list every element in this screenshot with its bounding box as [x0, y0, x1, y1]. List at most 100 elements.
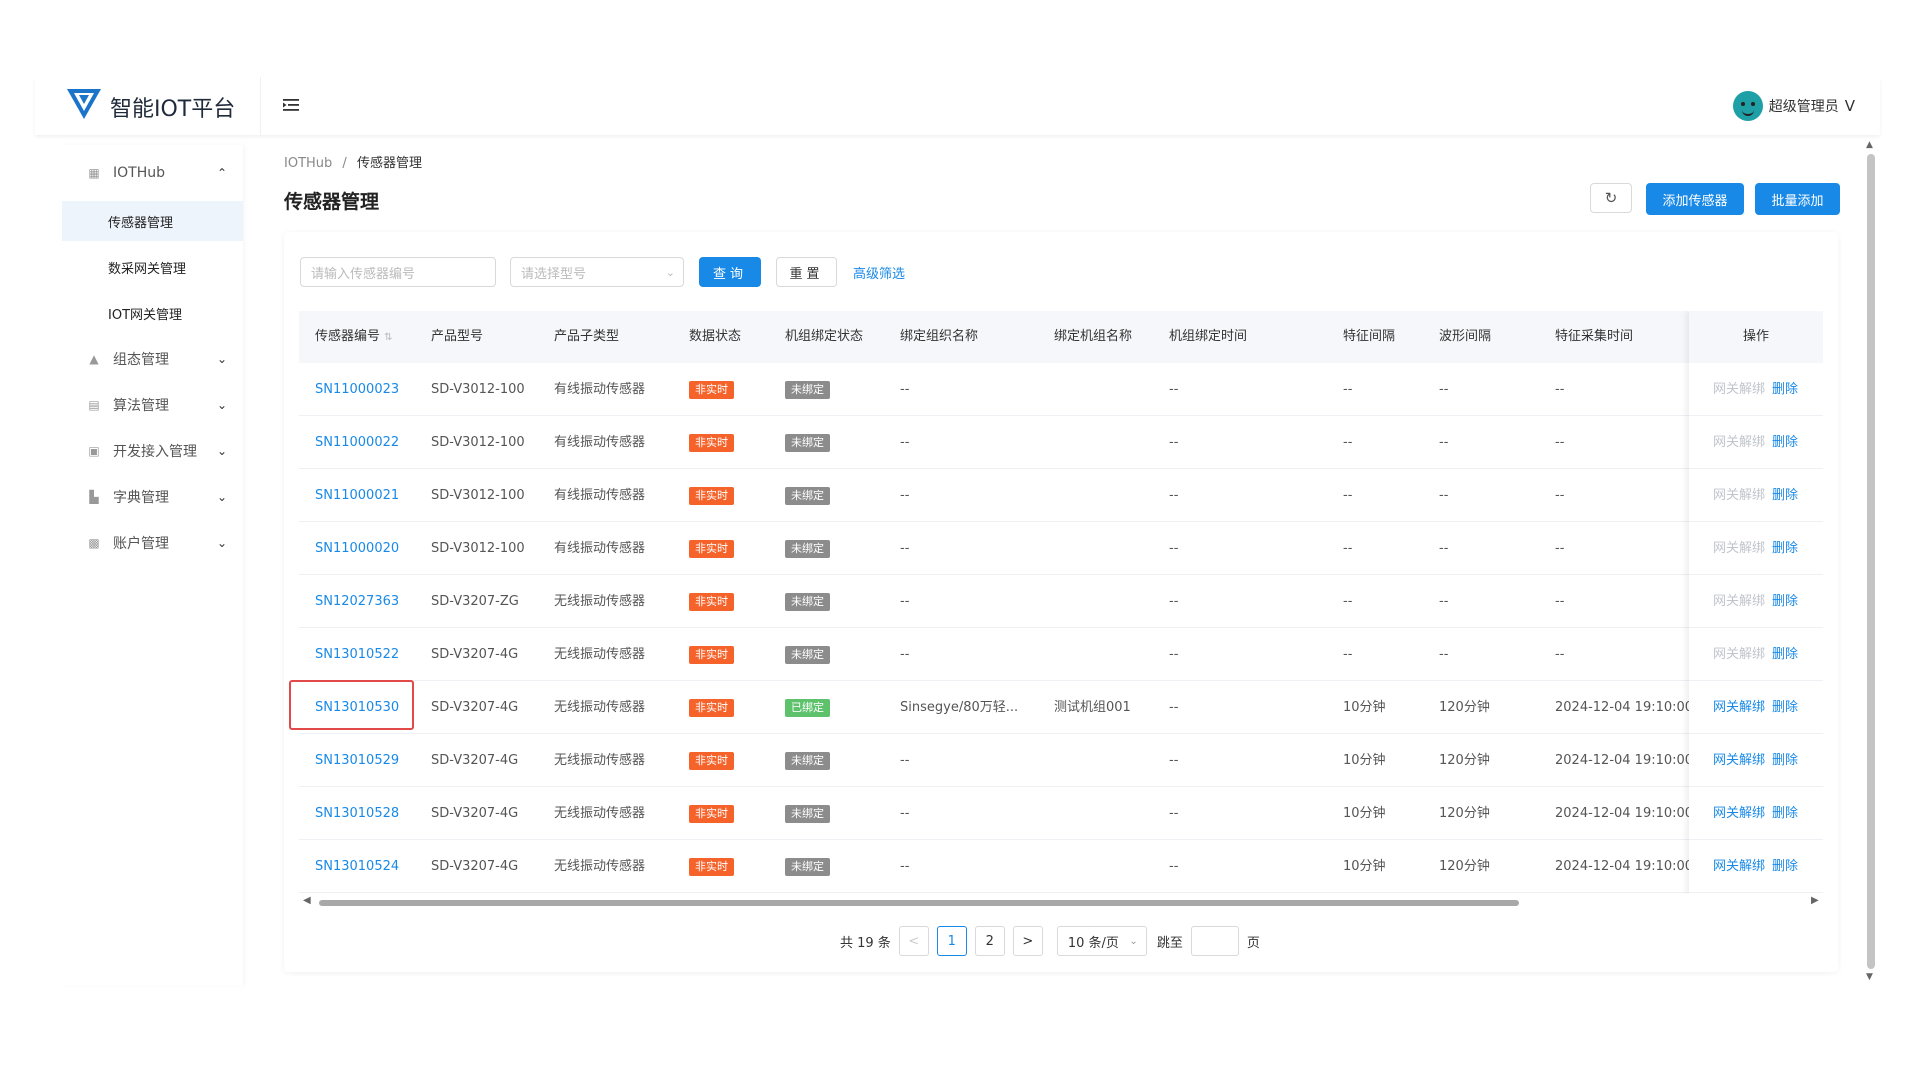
delete-link[interactable]: 删除 [1772, 859, 1798, 874]
cell-subtype: 无线振动传感器 [554, 647, 646, 662]
cell-sn[interactable]: SN11000020 [315, 522, 399, 575]
model-select[interactable]: 请选择型号 ⌄ [510, 257, 684, 287]
cell-model: SD-V3012-100 [431, 541, 525, 556]
delete-link[interactable]: 删除 [1772, 488, 1798, 503]
add-sensor-button[interactable]: 添加传感器 [1646, 183, 1744, 215]
cell-subtype: 无线振动传感器 [554, 806, 646, 821]
gateway-unbind-link[interactable]: 网关解绑 [1713, 647, 1765, 662]
th-data-status: 数据状态 [689, 329, 742, 344]
cell-sn[interactable]: SN11000022 [315, 416, 399, 469]
cell-data-status: 非实时 [689, 681, 734, 734]
sidebar-group-dict[interactable]: ▙ 字典管理 ⌄ [62, 477, 243, 517]
sidebar-group-iothub[interactable]: ▦ IOTHub ⌃ [62, 153, 243, 193]
delete-link[interactable]: 删除 [1772, 594, 1798, 609]
scroll-up-icon[interactable]: ▲ [1866, 140, 1873, 150]
cell-data-status: 非实时 [689, 416, 734, 469]
cell-feature-time: -- [1555, 647, 1565, 662]
cell-bind-status: 未绑定 [785, 575, 830, 628]
gateway-unbind-link[interactable]: 网关解绑 [1713, 594, 1765, 609]
next-page-button[interactable]: > [1012, 926, 1043, 956]
query-button[interactable]: 查询 [699, 257, 761, 287]
cell-bind-status: 未绑定 [785, 840, 830, 893]
scroll-down-icon[interactable]: ▼ [1866, 972, 1873, 982]
cell-wave-interval: -- [1439, 541, 1449, 556]
user-menu[interactable]: 超级管理员 V [1732, 91, 1855, 121]
gateway-unbind-link[interactable]: 网关解绑 [1713, 488, 1765, 503]
bind-badge: 未绑定 [785, 486, 830, 505]
gateway-unbind-link[interactable]: 网关解绑 [1713, 435, 1765, 450]
scroll-left-icon[interactable]: ◀ [303, 895, 311, 906]
save-icon: ▙ [89, 490, 99, 504]
bind-badge: 未绑定 [785, 433, 830, 452]
status-badge: 非实时 [689, 751, 734, 770]
sidebar-group-account[interactable]: ▩ 账户管理 ⌄ [62, 523, 243, 563]
sidebar-group-dev[interactable]: ▣ 开发接入管理 ⌄ [62, 431, 243, 471]
delete-link[interactable]: 删除 [1772, 647, 1798, 662]
sidebar-group-algorithm[interactable]: ▤ 算法管理 ⌄ [62, 385, 243, 425]
delete-link[interactable]: 删除 [1772, 700, 1798, 715]
sidebar-item-iot-gateway[interactable]: IOT网关管理 [62, 293, 243, 333]
bind-badge: 已绑定 [785, 698, 830, 717]
delete-link[interactable]: 删除 [1772, 541, 1798, 556]
scrollbar-thumb[interactable] [1867, 154, 1875, 969]
vertical-scrollbar[interactable]: ▲ ▼ [1866, 140, 1875, 985]
cell-bind-time: -- [1169, 435, 1179, 450]
cell-sn[interactable]: SN13010529 [315, 734, 399, 787]
cell-org: -- [900, 488, 910, 503]
cell-org: -- [900, 647, 910, 662]
cell-sn[interactable]: SN13010528 [315, 787, 399, 840]
refresh-button[interactable]: ↻ [1590, 183, 1632, 213]
gateway-unbind-link[interactable]: 网关解绑 [1713, 806, 1765, 821]
page-1-button[interactable]: 1 [936, 926, 967, 956]
gateway-unbind-link[interactable]: 网关解绑 [1713, 753, 1765, 768]
cell-feature-interval: -- [1343, 382, 1353, 397]
cell-sn[interactable]: SN13010522 [315, 628, 399, 681]
horizontal-scrollbar[interactable]: ◀ ▶ [299, 895, 1823, 909]
sidebar-item-gateway[interactable]: 数采网关管理 [62, 247, 243, 287]
breadcrumb-root[interactable]: IOTHub [284, 156, 332, 171]
cell-sn[interactable]: SN12027363 [315, 575, 399, 628]
status-badge: 非实时 [689, 698, 734, 717]
th-bind-status: 机组绑定状态 [785, 329, 864, 344]
cell-subtype: 有线振动传感器 [554, 435, 646, 450]
gateway-unbind-link[interactable]: 网关解绑 [1713, 700, 1765, 715]
cell-model: SD-V3207-4G [431, 647, 519, 662]
brand-name: 智能IOT平台 [110, 97, 236, 122]
cell-sn[interactable]: SN13010524 [315, 840, 399, 893]
advanced-filter-link[interactable]: 高级筛选 [853, 263, 905, 282]
sensor-sn-input[interactable]: 请输入传感器编号 [300, 257, 496, 287]
cell-org: -- [900, 541, 910, 556]
scrollbar-thumb[interactable] [319, 900, 1519, 906]
page-size-select[interactable]: 10 条/页 ⌄ [1056, 926, 1147, 956]
page-2-button[interactable]: 2 [974, 926, 1005, 956]
gateway-unbind-link[interactable]: 网关解绑 [1713, 382, 1765, 397]
jump-page-input[interactable] [1190, 926, 1239, 956]
reset-button[interactable]: 重置 [776, 257, 837, 287]
sidebar-item-sensor[interactable]: 传感器管理 [62, 201, 243, 241]
cell-bind-status: 未绑定 [785, 469, 830, 522]
cell-sn[interactable]: SN11000023 [315, 363, 399, 416]
menu-fold-icon[interactable] [281, 95, 301, 115]
highlight-box [289, 680, 414, 730]
delete-link[interactable]: 删除 [1772, 382, 1798, 397]
cell-model: SD-V3207-4G [431, 806, 519, 821]
chevron-down-icon: V [1844, 97, 1855, 115]
th-sn[interactable]: 传感器编号 ⇅ [315, 311, 393, 363]
gateway-unbind-link[interactable]: 网关解绑 [1713, 541, 1765, 556]
cell-data-status: 非实时 [689, 787, 734, 840]
table-row: SN11000022 SD-V3012-100 有线振动传感器 -- -- -- -- -- 非… [299, 416, 1823, 469]
scroll-right-icon[interactable]: ▶ [1811, 895, 1819, 906]
gateway-unbind-link[interactable]: 网关解绑 [1713, 859, 1765, 874]
cell-org: -- [900, 594, 910, 609]
prev-page-button[interactable]: < [898, 926, 929, 956]
delete-link[interactable]: 删除 [1772, 435, 1798, 450]
cell-subtype: 有线振动传感器 [554, 541, 646, 556]
sidebar-group-config[interactable]: ▲ 组态管理 ⌄ [62, 339, 243, 379]
cell-feature-time: 2024-12-04 19:10:00 [1555, 859, 1694, 874]
cell-bind-status: 已绑定 [785, 681, 830, 734]
table-row: SN13010522 SD-V3207-4G 无线振动传感器 -- -- -- -- -- 非实… [299, 628, 1823, 681]
cell-sn[interactable]: SN11000021 [315, 469, 399, 522]
delete-link[interactable]: 删除 [1772, 753, 1798, 768]
batch-add-button[interactable]: 批量添加 [1755, 183, 1840, 215]
delete-link[interactable]: 删除 [1772, 806, 1798, 821]
